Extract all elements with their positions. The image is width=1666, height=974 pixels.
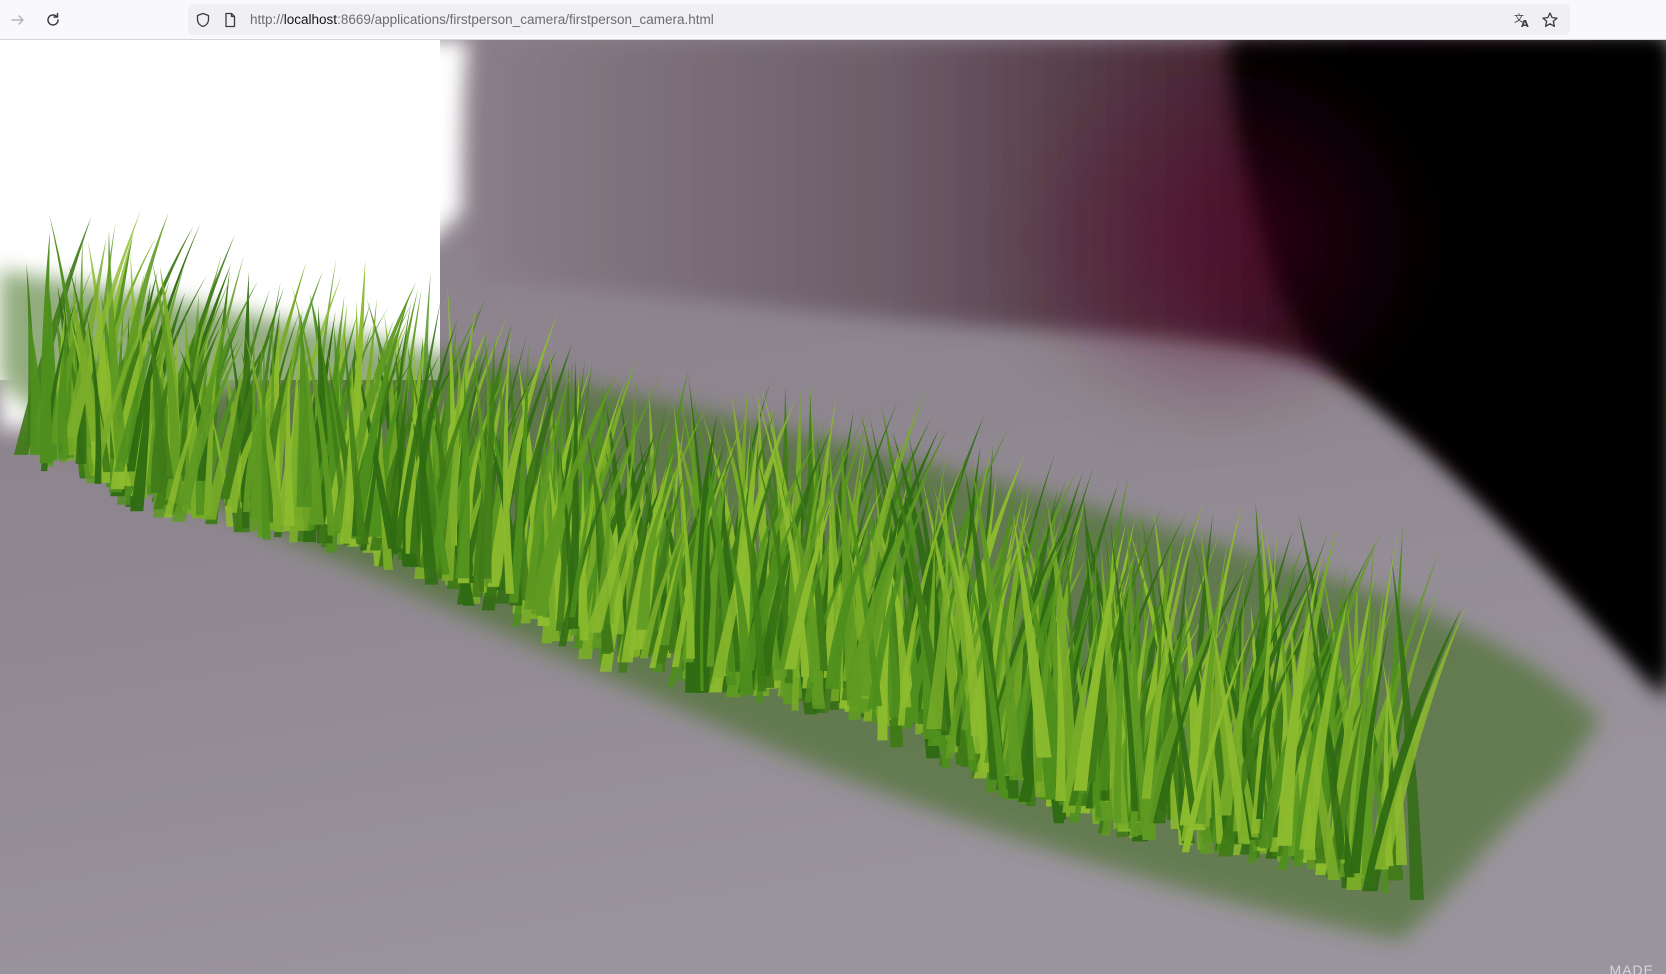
url-path: :8669/applications/firstperson_camera/fi… (337, 12, 714, 27)
watermark-text: MADE (1609, 962, 1654, 974)
address-bar[interactable]: http://localhost:8669/applications/first… (188, 4, 1570, 35)
star-icon[interactable] (1541, 11, 1559, 29)
shield-icon[interactable] (194, 11, 212, 29)
page-icon (221, 11, 239, 29)
scene-render (0, 40, 1666, 974)
arrow-right-icon (9, 11, 27, 29)
url-prefix: http:// (250, 12, 284, 27)
shadow-glow (1000, 40, 1440, 440)
reload-button[interactable] (39, 6, 67, 34)
webgl-canvas[interactable]: MADE (0, 40, 1666, 974)
reload-icon (44, 11, 62, 29)
back-button[interactable] (4, 6, 32, 34)
url-host: localhost (283, 12, 338, 27)
browser-toolbar: http://localhost:8669/applications/first… (0, 0, 1666, 40)
svg-text:A: A (1521, 19, 1529, 29)
translate-icon[interactable]: 文 A (1513, 11, 1531, 29)
url-text[interactable]: http://localhost:8669/applications/first… (250, 12, 714, 27)
